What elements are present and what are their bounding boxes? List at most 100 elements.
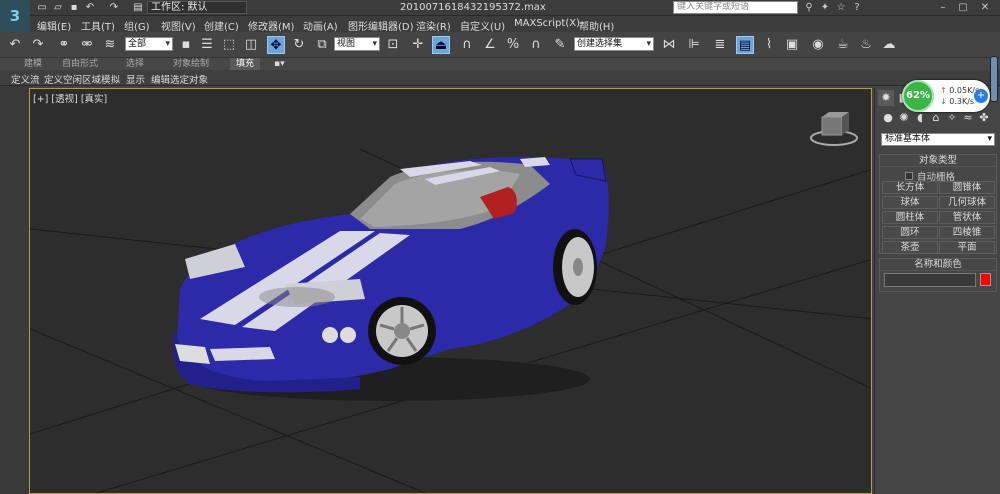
rendered-frame-icon[interactable]: ♨ xyxy=(857,36,875,54)
name-color-title[interactable]: 名称和颜色 xyxy=(880,259,996,271)
menu-rendering[interactable]: 渲染(R) xyxy=(416,18,451,33)
ribbon-tab-freeform[interactable]: 自由形式 xyxy=(62,58,98,70)
bind-spacewarp-icon[interactable]: ≋ xyxy=(101,36,119,54)
menu-modifiers[interactable]: 修改器(M) xyxy=(248,18,294,33)
keyboard-shortcut-icon[interactable]: ⏏ xyxy=(432,36,450,54)
rotate-icon[interactable]: ↻ xyxy=(290,36,308,54)
ribbon-toggle-icon[interactable]: ▤ xyxy=(736,36,754,54)
pivot-center-icon[interactable]: ⊡ xyxy=(384,36,402,54)
geosphere-button[interactable]: 几何球体 xyxy=(939,196,995,209)
geometry-icon[interactable]: ● xyxy=(880,110,896,126)
viewport-label[interactable]: [+] [透视] [真实] xyxy=(33,91,107,105)
rect-selection-icon[interactable]: ⬚ xyxy=(220,36,238,54)
object-category-dropdown[interactable]: 标准基本体 xyxy=(881,133,995,146)
cameras-icon[interactable]: ⌂ xyxy=(928,110,944,126)
maximize-icon[interactable]: ▢ xyxy=(956,1,970,14)
link-icon[interactable]: ⚭ xyxy=(55,36,73,54)
edit-selected-button[interactable]: 编辑选定对象 xyxy=(151,72,208,86)
object-type-title[interactable]: 对象类型 xyxy=(880,155,996,167)
search-input[interactable]: 键入关键字或短语 xyxy=(673,1,798,14)
create-tab-icon[interactable]: ✸ xyxy=(878,90,894,106)
spacewarps-icon[interactable]: ≈ xyxy=(960,110,976,126)
tools-icon[interactable]: ✦ xyxy=(818,1,832,14)
undo-icon[interactable]: ↶ xyxy=(6,36,24,54)
select-by-name-icon[interactable]: ☰ xyxy=(198,36,216,54)
menu-edit[interactable]: 编辑(E) xyxy=(37,18,71,33)
angle-snap-icon[interactable]: ∠ xyxy=(481,36,499,54)
selection-filter-dropdown[interactable]: 全部 xyxy=(125,37,173,51)
ribbon-options-icon[interactable]: ▪▾ xyxy=(274,58,285,70)
torus-button[interactable]: 圆环 xyxy=(882,226,938,239)
render-production-icon[interactable]: ☁ xyxy=(880,36,898,54)
percent-snap-icon[interactable]: % xyxy=(504,36,522,54)
menu-customize[interactable]: 自定义(U) xyxy=(460,18,505,33)
menu-help[interactable]: 帮助(H) xyxy=(579,18,614,33)
menu-tools[interactable]: 工具(T) xyxy=(81,18,115,33)
select-object-icon[interactable]: ▪ xyxy=(177,36,195,54)
minimize-icon[interactable]: – xyxy=(936,1,950,14)
new-file-icon[interactable]: ▭ xyxy=(36,2,48,13)
menu-create[interactable]: 创建(C) xyxy=(204,18,239,33)
scale-icon[interactable]: ⧉ xyxy=(313,36,331,54)
open-file-icon[interactable]: ▱ xyxy=(52,2,64,13)
edit-named-selection-icon[interactable]: ✎ xyxy=(551,36,569,54)
window-crossing-icon[interactable]: ◫ xyxy=(242,36,260,54)
named-selection-dropdown[interactable]: 创建选择集 xyxy=(574,37,654,51)
network-speed-widget[interactable]: 62% ↑ 0.05K/s ↓ 0.3K/s + xyxy=(902,80,990,112)
define-flows-button[interactable]: 定义流 xyxy=(11,72,40,86)
curve-editor-icon[interactable]: ⌇ xyxy=(760,36,778,54)
undo-quick-icon[interactable]: ↶ xyxy=(84,2,96,13)
ribbon-tab-selection[interactable]: 选择 xyxy=(126,58,144,70)
align-icon[interactable]: ⊫ xyxy=(685,36,703,54)
binoculars-icon[interactable]: ⚲ xyxy=(802,1,816,14)
spinner-snap-icon[interactable]: ∩ xyxy=(527,36,545,54)
cone-button[interactable]: 圆锥体 xyxy=(939,181,995,194)
menu-graph-editors[interactable]: 图形编辑器(D) xyxy=(348,18,414,33)
workspace-dropdown[interactable]: 工作区: 默认 xyxy=(147,1,247,14)
ribbon-tab-object-paint[interactable]: 对象绘制 xyxy=(173,58,209,70)
mirror-icon[interactable]: ⋈ xyxy=(660,36,678,54)
ribbon-tab-populate[interactable]: 填充 xyxy=(230,58,261,70)
redo-icon[interactable]: ↷ xyxy=(29,36,47,54)
save-icon[interactable]: ▪ xyxy=(68,2,80,13)
reference-coord-dropdown[interactable]: 视图 xyxy=(334,37,380,51)
ribbon-tab-modeling[interactable]: 建模 xyxy=(24,58,42,70)
menu-views[interactable]: 视图(V) xyxy=(161,18,196,33)
define-idle-areas-button[interactable]: 定义空闲区域 xyxy=(44,72,101,86)
move-icon[interactable]: ✥ xyxy=(267,36,285,54)
accelerate-icon[interactable]: + xyxy=(974,89,988,103)
shapes-icon[interactable]: ✺ xyxy=(896,110,912,126)
object-name-field[interactable] xyxy=(884,273,976,287)
teapot-button[interactable]: 茶壶 xyxy=(882,241,938,254)
redo-quick-icon[interactable]: ↷ xyxy=(108,2,120,13)
box-button[interactable]: 长方体 xyxy=(882,181,938,194)
systems-icon[interactable]: ✤ xyxy=(976,110,992,126)
menu-maxscript[interactable]: MAXScript(X) xyxy=(514,18,580,29)
perspective-viewport[interactable]: [+] [透视] [真实] xyxy=(29,88,872,494)
layer-manager-icon[interactable]: ≣ xyxy=(711,36,729,54)
autogrid-box[interactable] xyxy=(905,172,913,180)
cylinder-button[interactable]: 圆柱体 xyxy=(882,211,938,224)
star-icon[interactable]: ☆ xyxy=(834,1,848,14)
menu-animation[interactable]: 动画(A) xyxy=(303,18,338,33)
render-setup-icon[interactable]: ☕ xyxy=(834,36,852,54)
app-logo[interactable]: 3 xyxy=(0,0,30,32)
close-icon[interactable]: ✕ xyxy=(978,1,992,14)
plane-button[interactable]: 平面 xyxy=(939,241,995,254)
material-editor-icon[interactable]: ◉ xyxy=(809,36,827,54)
sphere-button[interactable]: 球体 xyxy=(882,196,938,209)
snap-toggle-icon[interactable]: ∩ xyxy=(458,36,476,54)
simulate-button[interactable]: 模拟 xyxy=(101,72,120,86)
lights-icon[interactable]: ◖ xyxy=(912,110,928,126)
help-icon[interactable]: ? xyxy=(850,1,864,14)
schematic-view-icon[interactable]: ▣ xyxy=(783,36,801,54)
select-manipulate-icon[interactable]: ✛ xyxy=(409,36,427,54)
project-folder-icon[interactable]: ▤ xyxy=(132,2,144,13)
unlink-icon[interactable]: ⚮ xyxy=(78,36,96,54)
tube-button[interactable]: 管状体 xyxy=(939,211,995,224)
helpers-icon[interactable]: ✧ xyxy=(944,110,960,126)
display-button[interactable]: 显示 xyxy=(126,72,145,86)
panel-scrollbar[interactable] xyxy=(990,56,998,102)
pyramid-button[interactable]: 四棱锥 xyxy=(939,226,995,239)
menu-group[interactable]: 组(G) xyxy=(124,18,150,33)
